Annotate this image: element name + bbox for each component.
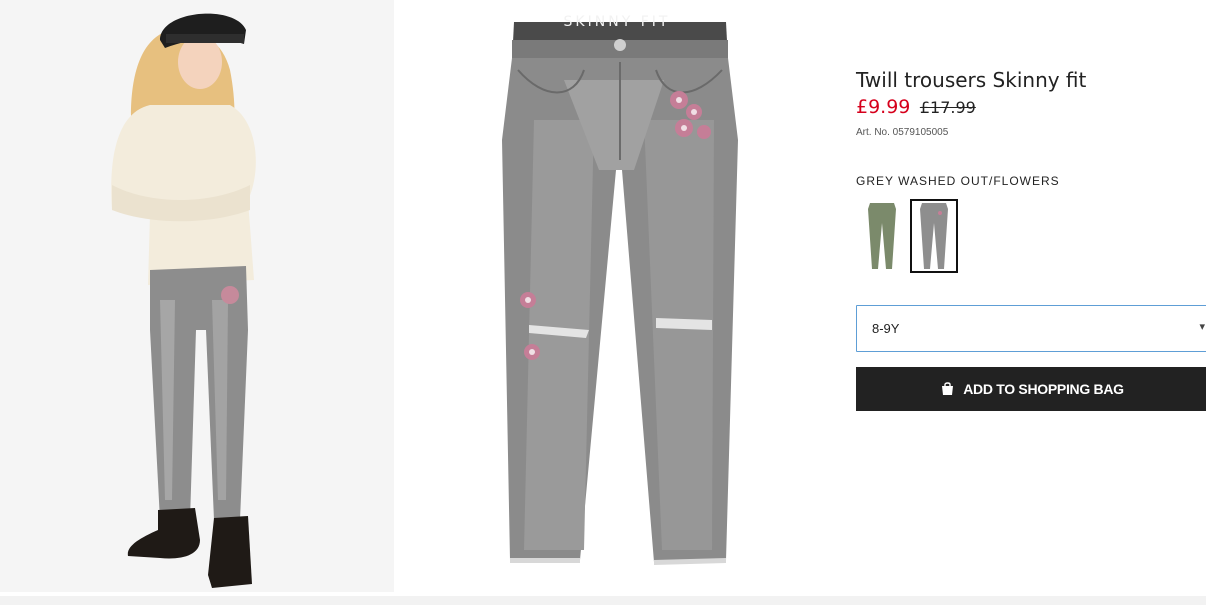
swatch-khaki-green[interactable] <box>858 199 906 273</box>
size-value: 8-9Y <box>872 321 900 336</box>
size-select[interactable]: 8-9Y ▾ <box>856 305 1206 352</box>
color-name: GREY WASHED OUT/FLOWERS <box>856 174 1060 188</box>
waistband-text: SKINNY FIT <box>563 14 671 30</box>
product-photo: SKINNY FIT <box>394 0 840 592</box>
add-to-bag-button[interactable]: ADD TO SHOPPING BAG <box>856 367 1206 411</box>
product-title: Twill trousers Skinny fit <box>856 68 1087 92</box>
bottom-divider <box>0 596 1206 605</box>
bag-icon <box>940 382 955 396</box>
chevron-down-icon: ▾ <box>1199 321 1205 333</box>
swatch-grey-washed-out-flowers[interactable] <box>910 199 958 273</box>
model-photo <box>0 0 394 592</box>
article-number: Art. No. 0579105005 <box>856 127 949 138</box>
sale-price: £9.99 <box>856 96 911 118</box>
price-row: £9.99 £17.99 <box>856 96 976 118</box>
original-price: £17.99 <box>919 98 976 117</box>
product-info: Twill trousers Skinny fit £9.99 £17.99 A… <box>856 0 1206 592</box>
add-to-bag-label: ADD TO SHOPPING BAG <box>963 381 1124 397</box>
